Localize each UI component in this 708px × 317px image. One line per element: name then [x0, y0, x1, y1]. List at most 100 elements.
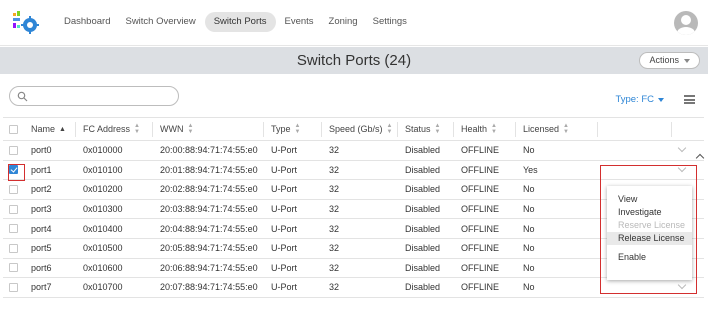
hamburger-icon[interactable]: [684, 95, 695, 104]
fc-address: 0x010200: [83, 184, 123, 195]
search-input[interactable]: [9, 86, 179, 106]
nav-item-events[interactable]: Events: [279, 12, 320, 32]
user-silhouette-icon: [677, 15, 695, 35]
status: Disabled: [405, 145, 441, 156]
table-row[interactable]: port2 0x010200 20:02:88:94:71:74:55:e0 U…: [3, 180, 704, 200]
menu-item-reserve-license: Reserve License: [618, 220, 686, 230]
wwn: 20:01:88:94:71:74:55:e0: [160, 164, 258, 175]
fc-address: 0x010700: [83, 282, 123, 293]
table-row[interactable]: port3 0x010300 20:03:88:94:71:74:55:e0 U…: [3, 200, 704, 220]
port-name: port6: [31, 262, 52, 273]
search-icon: [17, 91, 28, 102]
speed: 32: [329, 145, 340, 156]
speed: 32: [329, 184, 340, 195]
column-header-wwn[interactable]: WWN ▲ ▼: [160, 118, 193, 140]
row-checkbox[interactable]: [8, 161, 25, 182]
sort-icon: ▲ ▼: [386, 123, 393, 135]
row-checkbox[interactable]: [9, 180, 18, 199]
wwn: 20:03:88:94:71:74:55:e0: [160, 204, 258, 215]
fc-address: 0x010400: [83, 223, 123, 234]
port-name: port0: [31, 145, 52, 156]
sort-icon: ▲ ▼: [563, 123, 569, 135]
column-header-speed[interactable]: Speed (Gb/s) ▲ ▼: [329, 118, 392, 140]
wwn: 20:02:88:94:71:74:55:e0: [160, 184, 258, 195]
actions-button[interactable]: Actions: [639, 52, 700, 69]
health: OFFLINE: [461, 145, 500, 156]
row-checkbox[interactable]: [9, 200, 18, 219]
port-name: port4: [31, 223, 52, 234]
port-type: U-Port: [271, 164, 298, 175]
wwn: 20:00:88:94:71:74:55:e0: [160, 145, 258, 156]
row-checkbox[interactable]: [9, 219, 18, 238]
status: Disabled: [405, 262, 441, 273]
sort-icon: ▲ ▼: [187, 123, 194, 135]
port-name: port3: [31, 204, 52, 215]
status: Disabled: [405, 164, 441, 175]
row-checkbox[interactable]: [9, 278, 18, 297]
chevron-down-icon: [658, 97, 664, 102]
licensed: No: [523, 184, 535, 195]
table-row[interactable]: port7 0x010700 20:07:88:94:71:74:55:e0 U…: [3, 278, 704, 298]
page-title: Switch Ports (24): [296, 52, 412, 69]
row-context-menu: View Investigate Reserve License Release…: [607, 186, 692, 280]
speed: 32: [329, 282, 340, 293]
speed: 32: [329, 243, 340, 254]
table-row[interactable]: port1 0x010100 20:01:88:94:71:74:55:e0 U…: [3, 161, 704, 182]
user-avatar-icon[interactable]: [674, 11, 698, 35]
sort-icon: ▲ ▼: [434, 123, 441, 135]
wwn: 20:04:88:94:71:74:55:e0: [160, 223, 258, 234]
nav-item-switch-ports[interactable]: Switch Ports: [204, 12, 276, 32]
ports-table: Name ▲ FC Address ▲ ▼ WWN ▲ ▼ Type ▲ ▼ Spee…: [3, 117, 704, 298]
health: OFFLINE: [461, 204, 500, 215]
table-row[interactable]: port0 0x010000 20:00:88:94:71:74:55:e0 U…: [3, 141, 704, 161]
row-checkbox[interactable]: [9, 239, 18, 258]
licensed: No: [523, 282, 535, 293]
page-title-bar: Switch Ports (24) Actions: [0, 47, 708, 74]
health: OFFLINE: [461, 243, 500, 254]
menu-item-view[interactable]: View: [607, 193, 692, 206]
column-header-fc-address[interactable]: FC Address ▲ ▼: [83, 118, 140, 140]
health: OFFLINE: [461, 223, 500, 234]
row-expand-chevron-icon[interactable]: [677, 141, 687, 160]
sort-ascending-icon: ▲: [59, 125, 66, 133]
port-type: U-Port: [271, 223, 298, 234]
port-type: U-Port: [271, 262, 298, 273]
actions-button-label: Actions: [649, 55, 679, 65]
select-all-checkbox[interactable]: [9, 118, 18, 140]
table-row[interactable]: port5 0x010500 20:05:88:94:71:74:55:e0 U…: [3, 239, 704, 259]
fc-address: 0x010100: [83, 164, 123, 175]
menu-item-investigate[interactable]: Investigate: [607, 206, 692, 219]
port-name: port5: [31, 243, 52, 254]
licensed: No: [523, 243, 535, 254]
status: Disabled: [405, 204, 441, 215]
status: Disabled: [405, 184, 441, 195]
type-filter-dropdown[interactable]: Type: FC: [615, 94, 664, 105]
health: OFFLINE: [461, 184, 500, 195]
nav-item-settings[interactable]: Settings: [367, 12, 413, 32]
speed: 32: [329, 204, 340, 215]
column-header-name[interactable]: Name ▲: [31, 118, 66, 140]
port-name: port1: [31, 164, 52, 175]
menu-item-release-license[interactable]: Release License: [607, 232, 692, 245]
gear-logo-icon[interactable]: [13, 11, 39, 35]
nav-item-zoning[interactable]: Zoning: [323, 12, 364, 32]
table-row[interactable]: port6 0x010600 20:06:88:94:71:74:55:e0 U…: [3, 259, 704, 279]
fc-address: 0x010000: [83, 145, 123, 156]
speed: 32: [329, 223, 340, 234]
licensed: No: [523, 262, 535, 273]
port-type: U-Port: [271, 282, 298, 293]
menu-item-enable[interactable]: Enable: [607, 251, 692, 264]
port-name: port2: [31, 184, 52, 195]
column-header-status[interactable]: Status ▲ ▼: [405, 118, 440, 140]
column-header-health[interactable]: Health ▲ ▼: [461, 118, 497, 140]
table-header-row: Name ▲ FC Address ▲ ▼ WWN ▲ ▼ Type ▲ ▼ Spee…: [3, 117, 704, 141]
table-row[interactable]: port4 0x010400 20:04:88:94:71:74:55:e0 U…: [3, 219, 704, 239]
row-checkbox[interactable]: [9, 141, 18, 160]
sort-icon: ▲ ▼: [134, 123, 140, 135]
column-header-type[interactable]: Type ▲ ▼: [271, 118, 300, 140]
nav-item-switch-overview[interactable]: Switch Overview: [119, 12, 201, 32]
column-header-licensed[interactable]: Licensed ▲ ▼: [523, 118, 569, 140]
port-type: U-Port: [271, 243, 298, 254]
nav-item-dashboard[interactable]: Dashboard: [58, 12, 116, 32]
row-checkbox[interactable]: [9, 259, 18, 278]
